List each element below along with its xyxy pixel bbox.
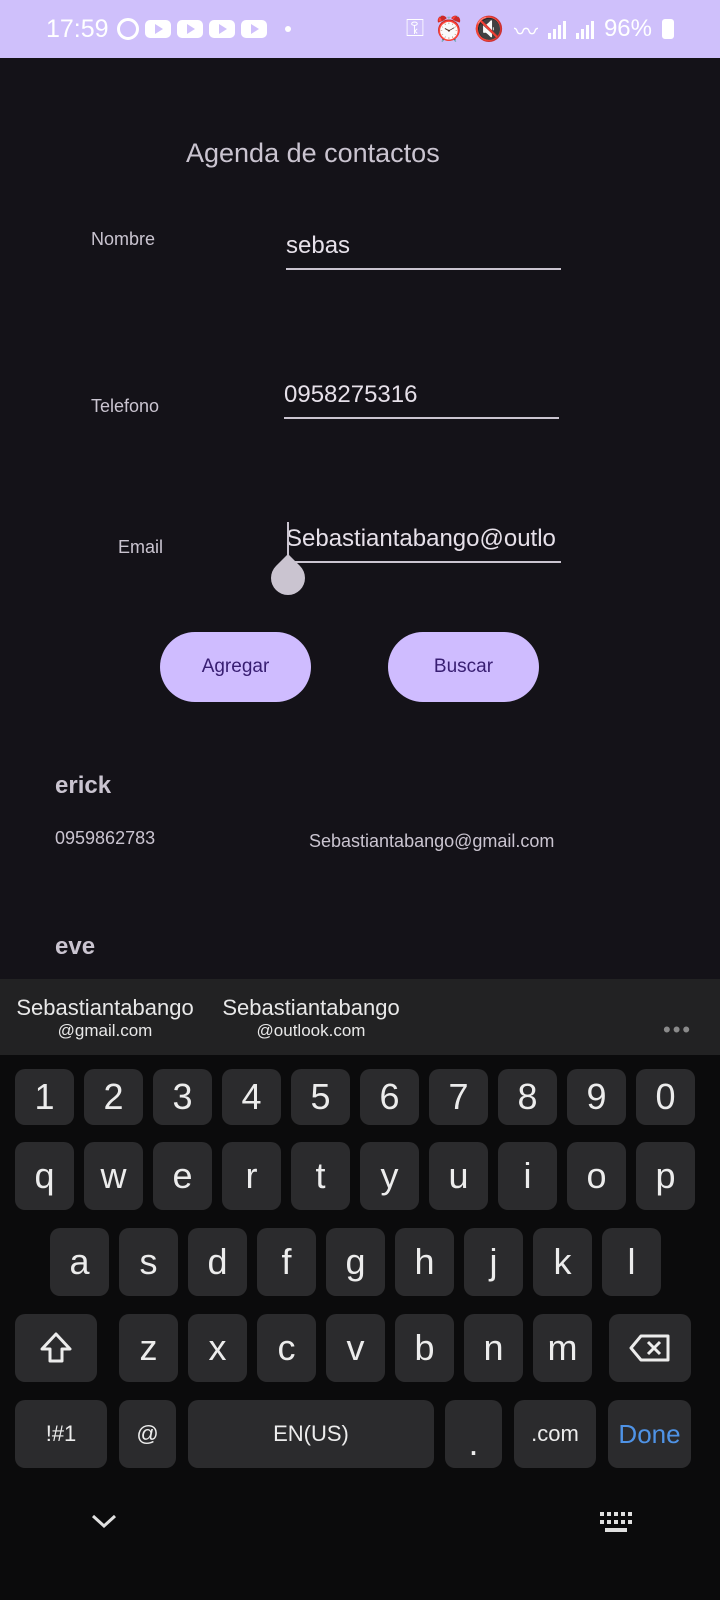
nombre-label: Nombre [91, 229, 156, 249]
period-key[interactable]: . [445, 1400, 502, 1468]
key-x[interactable]: x [188, 1314, 247, 1382]
key-h[interactable]: h [395, 1228, 454, 1296]
telefono-input[interactable]: 0958275316 [284, 373, 559, 419]
key-m[interactable]: m [533, 1314, 592, 1382]
key-t[interactable]: t [291, 1142, 350, 1210]
symbols-key[interactable]: !#1 [15, 1400, 107, 1468]
key-9[interactable]: 9 [567, 1069, 626, 1125]
key-d[interactable]: d [188, 1228, 247, 1296]
add-button[interactable]: Agregar [160, 632, 311, 702]
key-n[interactable]: n [464, 1314, 523, 1382]
key-r[interactable]: r [222, 1142, 281, 1210]
backspace-key[interactable] [609, 1314, 691, 1382]
key-j[interactable]: j [464, 1228, 523, 1296]
suggestion-subtext: @gmail.com [57, 1021, 153, 1040]
key-4[interactable]: 4 [222, 1069, 281, 1125]
key-icon: ⚿ [405, 15, 425, 42]
key-8[interactable]: 8 [498, 1069, 557, 1125]
key-o[interactable]: o [567, 1142, 626, 1210]
key-5[interactable]: 5 [291, 1069, 350, 1125]
key-f[interactable]: f [257, 1228, 316, 1296]
key-e[interactable]: e [153, 1142, 212, 1210]
suggestion-item[interactable]: Sebastiantabango @gmail.com [15, 995, 195, 1041]
contact-name: eve [55, 933, 96, 960]
key-i[interactable]: i [498, 1142, 557, 1210]
alarm-icon: ⏰ [434, 15, 465, 43]
key-1[interactable]: 1 [15, 1069, 74, 1125]
keyboard-switch-icon[interactable] [600, 1512, 634, 1534]
email-input[interactable]: Sebastiantabango@outlo [286, 517, 561, 563]
more-notifications-icon [284, 26, 291, 32]
key-a[interactable]: a [50, 1228, 109, 1296]
key-p[interactable]: p [636, 1142, 695, 1210]
key-q[interactable]: q [15, 1142, 74, 1210]
shift-icon [40, 1332, 72, 1363]
search-button[interactable]: Buscar [388, 632, 539, 702]
page-title: Agenda de contactos [186, 138, 440, 168]
shift-key[interactable] [15, 1314, 97, 1382]
done-key[interactable]: Done [608, 1400, 691, 1468]
status-time: 17:59 [46, 14, 109, 43]
dotcom-key[interactable]: .com [514, 1400, 596, 1468]
key-7[interactable]: 7 [429, 1069, 488, 1125]
backspace-icon [629, 1334, 670, 1362]
youtube-icon [176, 20, 203, 38]
contact-phone: 0959862783 [55, 828, 156, 848]
key-u[interactable]: u [429, 1142, 488, 1210]
hide-keyboard-icon[interactable] [91, 1508, 117, 1534]
key-v[interactable]: v [326, 1314, 385, 1382]
status-bar: 17:59 ⚿ ⏰ 🔇 〰 96% [0, 0, 720, 58]
email-label: Email [118, 537, 164, 557]
suggestion-text: Sebastiantabango [222, 995, 400, 1020]
key-0[interactable]: 0 [636, 1069, 695, 1125]
contact-email: Sebastiantabango@gmail.com [309, 831, 555, 851]
whatsapp-icon [116, 18, 139, 40]
contact-name: erick [55, 772, 112, 799]
suggestion-text: Sebastiantabango [16, 995, 194, 1020]
key-6[interactable]: 6 [360, 1069, 419, 1125]
key-k[interactable]: k [533, 1228, 592, 1296]
at-key[interactable]: @ [119, 1400, 176, 1468]
key-z[interactable]: z [119, 1314, 178, 1382]
nombre-input[interactable]: sebas [286, 224, 561, 270]
key-b[interactable]: b [395, 1314, 454, 1382]
suggestion-strip: Sebastiantabango @gmail.com Sebastiantab… [0, 979, 720, 1055]
key-g[interactable]: g [326, 1228, 385, 1296]
wifi-icon: 〰 [513, 18, 538, 46]
battery-icon [662, 19, 674, 39]
mute-icon: 🔇 [474, 15, 504, 43]
space-key[interactable]: EN(US) [188, 1400, 434, 1468]
key-c[interactable]: c [257, 1314, 316, 1382]
signal-icon [575, 19, 594, 39]
suggestion-item[interactable]: Sebastiantabango @outlook.com [221, 995, 401, 1041]
key-s[interactable]: s [119, 1228, 178, 1296]
youtube-icon [240, 20, 267, 38]
key-l[interactable]: l [602, 1228, 661, 1296]
key-y[interactable]: y [360, 1142, 419, 1210]
suggestion-subtext: @outlook.com [256, 1021, 366, 1040]
youtube-icon [144, 20, 171, 38]
battery-percent: 96% [603, 15, 652, 42]
key-2[interactable]: 2 [84, 1069, 143, 1125]
youtube-icon [208, 20, 235, 38]
signal-icon [547, 19, 566, 39]
key-w[interactable]: w [84, 1142, 143, 1210]
text-cursor [287, 522, 289, 558]
key-3[interactable]: 3 [153, 1069, 212, 1125]
more-options-icon[interactable]: ••• [663, 1017, 692, 1043]
telefono-label: Telefono [91, 396, 160, 416]
